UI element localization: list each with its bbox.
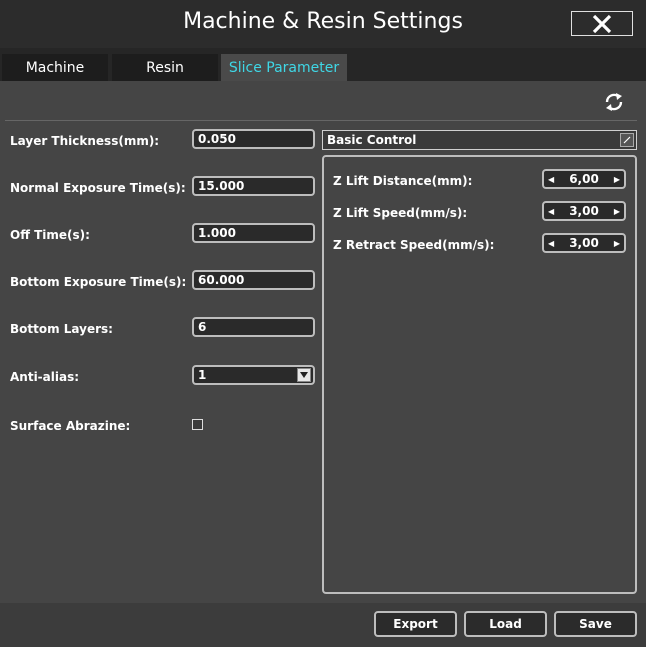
z-lift-speed-label: Z Lift Speed(mm/s): bbox=[333, 206, 468, 220]
surface-abrazine-checkbox[interactable] bbox=[192, 419, 203, 430]
anti-alias-select[interactable]: 1 bbox=[192, 365, 315, 385]
close-icon bbox=[592, 14, 612, 33]
z-retract-speed-stepper[interactable]: ◀ 3,00 ▶ bbox=[542, 233, 626, 253]
bottom-exposure-input[interactable]: 60.000 bbox=[192, 270, 315, 290]
chevron-down-icon[interactable] bbox=[297, 368, 311, 382]
layer-thickness-label: Layer Thickness(mm): bbox=[10, 134, 160, 148]
normal-exposure-input[interactable]: 15.000 bbox=[192, 176, 315, 196]
z-retract-speed-value: 3,00 bbox=[569, 236, 599, 250]
tab-machine[interactable]: Machine bbox=[2, 54, 108, 81]
bottom-exposure-label: Bottom Exposure Time(s): bbox=[10, 275, 187, 289]
layer-thickness-input[interactable]: 0.050 bbox=[192, 129, 315, 149]
title-bar: Machine & Resin Settings bbox=[0, 0, 646, 48]
z-retract-speed-label: Z Retract Speed(mm/s): bbox=[333, 238, 495, 252]
normal-exposure-label: Normal Exposure Time(s): bbox=[10, 181, 186, 195]
off-time-label: Off Time(s): bbox=[10, 228, 90, 242]
increment-icon[interactable]: ▶ bbox=[614, 175, 620, 184]
decrement-icon[interactable]: ◀ bbox=[548, 239, 554, 248]
surface-abrazine-label: Surface Abrazine: bbox=[10, 419, 131, 433]
anti-alias-label: Anti-alias: bbox=[10, 370, 80, 384]
load-button[interactable]: Load bbox=[464, 611, 547, 637]
divider bbox=[5, 120, 637, 121]
control-mode-select[interactable]: Basic Control bbox=[322, 130, 637, 150]
refresh-icon[interactable] bbox=[602, 90, 626, 114]
tab-bar: Machine Resin Slice Parameter bbox=[0, 48, 646, 81]
z-lift-speed-stepper[interactable]: ◀ 3,00 ▶ bbox=[542, 201, 626, 221]
increment-icon[interactable]: ▶ bbox=[614, 239, 620, 248]
anti-alias-value: 1 bbox=[198, 368, 207, 382]
bottom-layers-label: Bottom Layers: bbox=[10, 322, 113, 336]
close-button[interactable] bbox=[571, 11, 633, 36]
save-button[interactable]: Save bbox=[554, 611, 637, 637]
increment-icon[interactable]: ▶ bbox=[614, 207, 620, 216]
decrement-icon[interactable]: ◀ bbox=[548, 207, 554, 216]
footer-bar bbox=[0, 603, 646, 647]
bottom-layers-input[interactable]: 6 bbox=[192, 317, 315, 337]
z-lift-distance-label: Z Lift Distance(mm): bbox=[333, 174, 473, 188]
export-button[interactable]: Export bbox=[374, 611, 457, 637]
z-lift-distance-value: 6,00 bbox=[569, 172, 599, 186]
control-mode-value: Basic Control bbox=[327, 133, 417, 147]
z-lift-distance-stepper[interactable]: ◀ 6,00 ▶ bbox=[542, 169, 626, 189]
tab-resin[interactable]: Resin bbox=[112, 54, 218, 81]
decrement-icon[interactable]: ◀ bbox=[548, 175, 554, 184]
window-title: Machine & Resin Settings bbox=[183, 9, 463, 34]
tab-slice-parameter[interactable]: Slice Parameter bbox=[221, 54, 347, 81]
off-time-input[interactable]: 1.000 bbox=[192, 223, 315, 243]
dropdown-icon[interactable] bbox=[620, 133, 634, 147]
z-lift-speed-value: 3,00 bbox=[569, 204, 599, 218]
